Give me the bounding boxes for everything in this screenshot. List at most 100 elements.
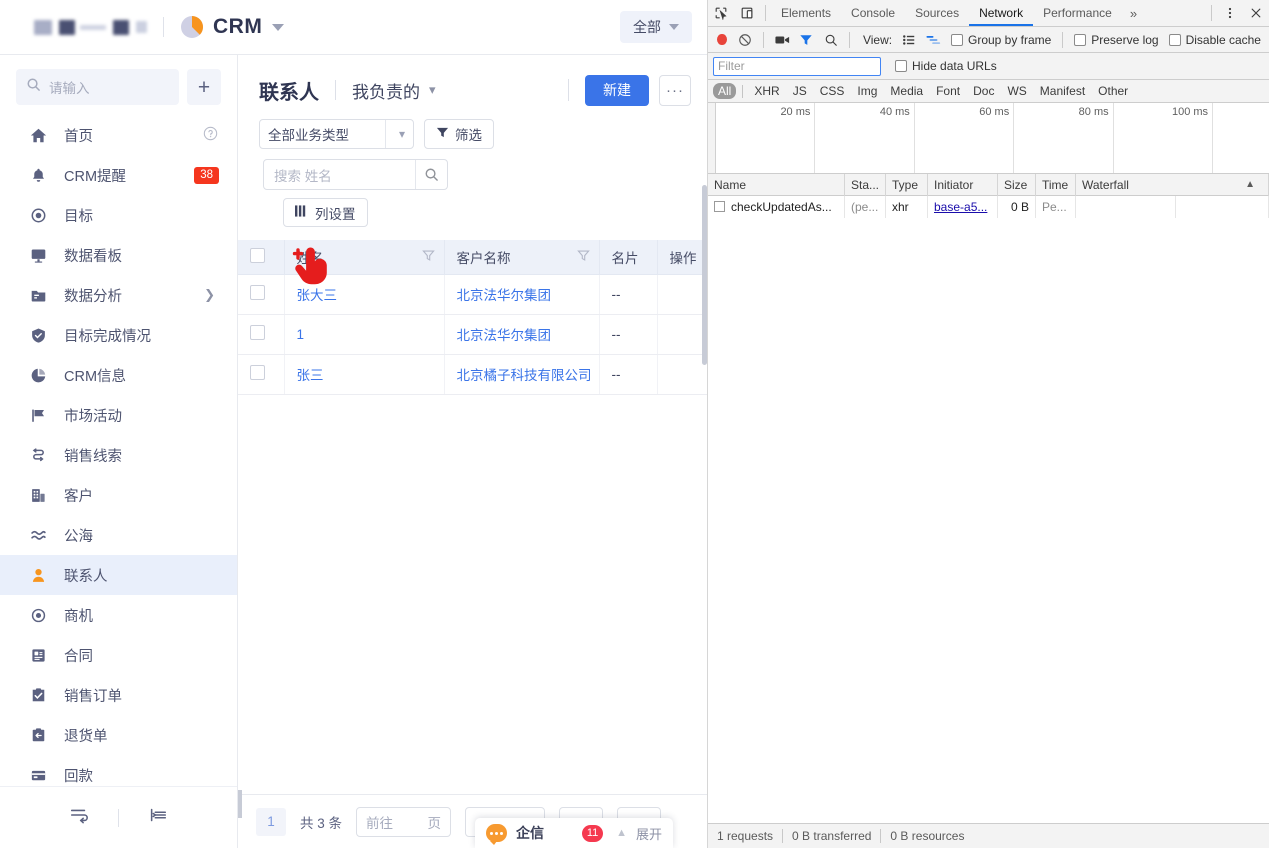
- column-header-type[interactable]: Type: [886, 174, 928, 196]
- sidebar-item-opportunities[interactable]: 商机: [0, 595, 237, 635]
- column-header-status[interactable]: Sta...: [845, 174, 886, 196]
- sidebar-item-leads[interactable]: 销售线索: [0, 435, 237, 475]
- indent-panel-icon[interactable]: [148, 805, 168, 830]
- tab-console[interactable]: Console: [841, 0, 905, 26]
- network-request-row[interactable]: checkUpdatedAs... (pe... xhr base-a5... …: [708, 196, 1269, 218]
- row-customer-link[interactable]: 北京法华尔集团: [444, 314, 599, 354]
- row-select-cell[interactable]: [238, 314, 284, 354]
- group-by-frame-option[interactable]: Group by frame: [951, 33, 1051, 47]
- pagination-jump-input[interactable]: 前往 页: [356, 807, 451, 837]
- column-filter-icon[interactable]: [422, 249, 435, 265]
- row-checkbox[interactable]: [250, 365, 265, 380]
- tab-network[interactable]: Network: [969, 0, 1033, 26]
- chat-expand-label[interactable]: 展开: [636, 824, 662, 843]
- clear-icon[interactable]: [734, 27, 756, 53]
- row-operation-cell[interactable]: [657, 274, 707, 314]
- chat-widget[interactable]: 企信 11 ▲ 展开: [475, 818, 673, 848]
- tab-performance[interactable]: Performance: [1033, 0, 1122, 26]
- row-customer-link[interactable]: 北京橘子科技有限公司: [444, 354, 599, 394]
- sidebar-item-contracts[interactable]: 合同: [0, 635, 237, 675]
- overview-grab-handle[interactable]: [708, 103, 716, 173]
- tab-elements[interactable]: Elements: [771, 0, 841, 26]
- collapse-list-icon[interactable]: [69, 805, 89, 830]
- table-row[interactable]: 1 北京法华尔集团 --: [238, 314, 707, 354]
- column-header-businesscard[interactable]: 名片: [599, 240, 657, 274]
- sidebar-item-crm-info[interactable]: CRM信息: [0, 355, 237, 395]
- column-settings-button[interactable]: 列设置: [283, 198, 368, 227]
- column-header-size[interactable]: Size: [998, 174, 1036, 196]
- sidebar-item-data-analysis[interactable]: 数据分析 ❯: [0, 275, 237, 315]
- sidebar-item-returns[interactable]: 退货单: [0, 715, 237, 755]
- row-select-cell[interactable]: [238, 274, 284, 314]
- column-header-initiator[interactable]: Initiator: [928, 174, 998, 196]
- new-button[interactable]: 新建: [585, 75, 649, 106]
- hide-data-urls-option[interactable]: Hide data URLs: [895, 59, 997, 73]
- type-filter-other[interactable]: Other: [1093, 83, 1133, 99]
- business-type-select[interactable]: 全部业务类型 ▾: [259, 119, 414, 149]
- name-search-input[interactable]: 搜索 姓名: [263, 159, 448, 190]
- sidebar-item-target[interactable]: 目标: [0, 195, 237, 235]
- type-filter-xhr[interactable]: XHR: [749, 83, 784, 99]
- preserve-log-checkbox[interactable]: [1074, 34, 1086, 46]
- sidebar-item-contacts[interactable]: 联系人: [0, 555, 237, 595]
- request-initiator-cell[interactable]: base-a5...: [928, 196, 998, 218]
- sidebar-item-payments[interactable]: 回款: [0, 755, 237, 786]
- disable-cache-checkbox[interactable]: [1169, 34, 1181, 46]
- record-button-icon[interactable]: [717, 34, 727, 45]
- column-header-name[interactable]: Name: [708, 174, 845, 196]
- network-overview-timeline[interactable]: 20 ms 40 ms 60 ms 80 ms 100 ms: [708, 103, 1269, 174]
- select-all-checkbox[interactable]: [250, 248, 265, 263]
- group-by-frame-checkbox[interactable]: [951, 34, 963, 46]
- sidebar-item-customers[interactable]: 客户: [0, 475, 237, 515]
- row-select-cell[interactable]: [238, 354, 284, 394]
- view-selector[interactable]: 我负责的 ▾: [352, 78, 436, 103]
- kebab-menu-icon[interactable]: [1217, 0, 1243, 26]
- row-operation-cell[interactable]: [657, 314, 707, 354]
- table-row[interactable]: 张三 北京橘子科技有限公司 --: [238, 354, 707, 394]
- hide-data-urls-checkbox[interactable]: [895, 60, 907, 72]
- inspect-element-icon[interactable]: [708, 0, 734, 26]
- camera-icon[interactable]: [771, 27, 793, 53]
- request-checkbox[interactable]: [714, 201, 725, 212]
- row-checkbox[interactable]: [250, 325, 265, 340]
- tab-sources[interactable]: Sources: [905, 0, 969, 26]
- funnel-icon[interactable]: [795, 27, 817, 53]
- disable-cache-option[interactable]: Disable cache: [1169, 33, 1261, 47]
- sidebar-search-input[interactable]: 请输入: [16, 69, 179, 105]
- waterfall-view-icon[interactable]: [923, 27, 945, 53]
- main-horizontal-scrollbar[interactable]: [238, 790, 242, 818]
- filter-button[interactable]: 筛选: [424, 119, 494, 149]
- pagination-current-page[interactable]: 1: [256, 808, 286, 836]
- type-filter-doc[interactable]: Doc: [968, 83, 999, 99]
- scope-selector[interactable]: 全部: [620, 11, 692, 43]
- row-name-link[interactable]: 张三: [284, 354, 444, 394]
- search-icon[interactable]: [820, 27, 842, 53]
- sidebar-item-public-pool[interactable]: 公海: [0, 515, 237, 555]
- type-filter-img[interactable]: Img: [852, 83, 882, 99]
- sidebar-item-target-completion[interactable]: 目标完成情况: [0, 315, 237, 355]
- main-vertical-scrollbar[interactable]: [702, 185, 707, 365]
- row-name-link[interactable]: 1: [284, 314, 444, 354]
- sidebar-item-dashboard[interactable]: 数据看板: [0, 235, 237, 275]
- sidebar-item-sales-orders[interactable]: 销售订单: [0, 675, 237, 715]
- column-header-customer[interactable]: 客户名称: [444, 240, 599, 274]
- sort-ascending-icon[interactable]: ▲: [1245, 174, 1262, 196]
- network-filter-input[interactable]: Filter: [713, 57, 881, 76]
- network-request-rows[interactable]: checkUpdatedAs... (pe... xhr base-a5... …: [708, 196, 1269, 823]
- column-filter-icon[interactable]: [577, 249, 590, 265]
- device-toggle-icon[interactable]: [734, 0, 760, 26]
- sidebar-item-marketing[interactable]: 市场活动: [0, 395, 237, 435]
- tab-overflow-button[interactable]: »: [1122, 6, 1145, 21]
- sidebar-item-home[interactable]: 首页: [0, 115, 237, 155]
- select-all-header[interactable]: [238, 240, 284, 274]
- type-filter-ws[interactable]: WS: [1002, 83, 1031, 99]
- help-circle-icon[interactable]: [203, 126, 218, 145]
- chevron-down-icon[interactable]: [272, 24, 284, 31]
- column-header-waterfall[interactable]: Waterfall ▲: [1076, 174, 1269, 196]
- row-checkbox[interactable]: [250, 285, 265, 300]
- chevron-up-icon[interactable]: ▲: [616, 827, 627, 839]
- preserve-log-option[interactable]: Preserve log: [1074, 33, 1158, 47]
- add-button[interactable]: +: [187, 69, 221, 105]
- request-name-cell[interactable]: checkUpdatedAs...: [708, 196, 845, 218]
- column-header-time[interactable]: Time: [1036, 174, 1076, 196]
